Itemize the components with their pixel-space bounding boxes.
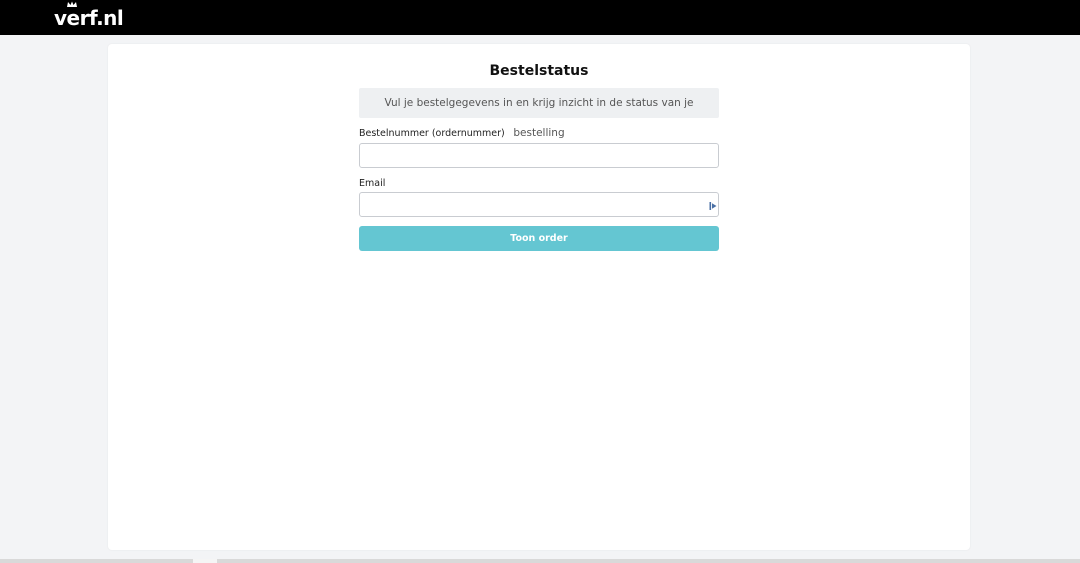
- show-order-button[interactable]: Toon order: [359, 226, 719, 251]
- top-header-bar: verf.nl: [0, 0, 1080, 35]
- order-number-input[interactable]: [359, 143, 719, 168]
- autofill-icon[interactable]: [709, 201, 717, 211]
- order-number-label: Bestelnummer (ordernummer): [359, 128, 505, 139]
- intro-message: Vul je bestelgegevens in en krijg inzich…: [359, 88, 719, 139]
- email-input[interactable]: [359, 192, 719, 217]
- scrollbar-thumb[interactable]: [193, 559, 217, 563]
- logo-text: verf.nl: [54, 6, 124, 30]
- site-logo[interactable]: verf.nl: [54, 1, 124, 30]
- horizontal-scrollbar[interactable]: [0, 559, 1080, 563]
- page-title: Bestelstatus: [489, 63, 589, 79]
- crown-icon: [67, 1, 77, 7]
- order-status-card: Bestelstatus Vul je bestelgegevens in en…: [108, 44, 970, 550]
- email-label: Email: [359, 178, 386, 189]
